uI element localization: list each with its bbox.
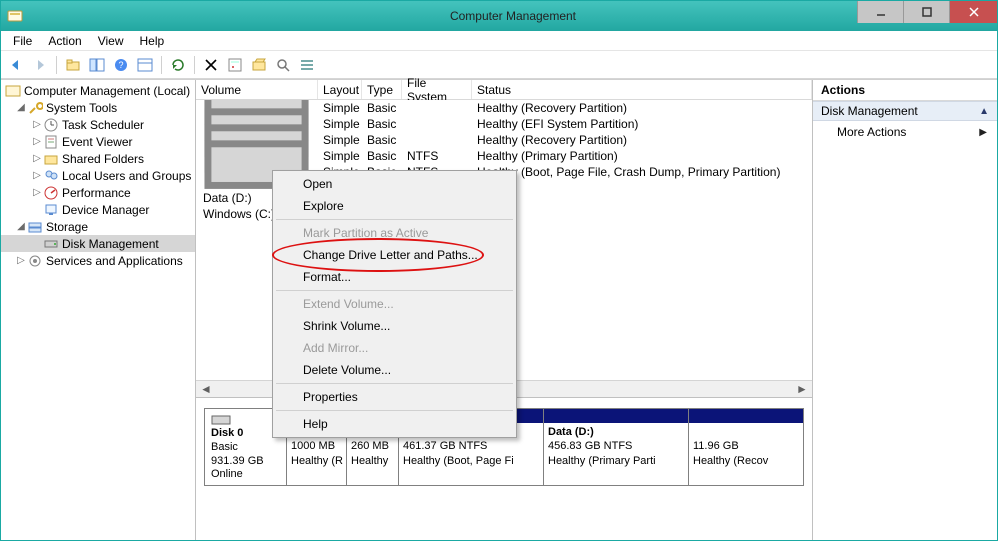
delete-icon[interactable] bbox=[200, 54, 222, 76]
collapse-icon[interactable]: ◢ bbox=[15, 102, 27, 113]
col-fs[interactable]: File System bbox=[402, 80, 472, 99]
refresh-button[interactable] bbox=[167, 54, 189, 76]
device-icon bbox=[43, 202, 59, 218]
tree-device-manager[interactable]: ▷ Device Manager bbox=[1, 201, 195, 218]
tree-root[interactable]: Computer Management (Local) bbox=[1, 82, 195, 99]
services-icon bbox=[27, 253, 43, 269]
window-buttons bbox=[857, 1, 997, 23]
cm-add-mirror: Add Mirror... bbox=[275, 337, 514, 359]
actions-title: Actions bbox=[813, 80, 997, 100]
cm-change-drive-letter[interactable]: Change Drive Letter and Paths... bbox=[275, 244, 514, 266]
disk-icon bbox=[43, 236, 59, 252]
tree-storage[interactable]: ◢ Storage bbox=[1, 218, 195, 235]
cm-format[interactable]: Format... bbox=[275, 266, 514, 288]
col-layout[interactable]: Layout bbox=[318, 80, 362, 99]
tree-shared-folders[interactable]: ▷ Shared Folders bbox=[1, 150, 195, 167]
partition[interactable]: 11.96 GBHealthy (Recov bbox=[689, 409, 803, 485]
chevron-right-icon: ▶ bbox=[979, 127, 987, 138]
tree-performance[interactable]: ▷ Performance bbox=[1, 184, 195, 201]
menu-view[interactable]: View bbox=[90, 32, 132, 50]
scroll-right-icon[interactable]: ► bbox=[794, 382, 810, 396]
menu-action[interactable]: Action bbox=[40, 32, 89, 50]
col-type[interactable]: Type bbox=[362, 80, 402, 99]
help-button[interactable]: ? bbox=[110, 54, 132, 76]
cm-help[interactable]: Help bbox=[275, 413, 514, 435]
titlebar: Computer Management bbox=[1, 1, 997, 31]
users-icon bbox=[43, 168, 59, 184]
settings-button[interactable] bbox=[134, 54, 156, 76]
actions-more[interactable]: More Actions ▶ bbox=[813, 121, 997, 143]
expand-icon[interactable]: ▷ bbox=[15, 255, 27, 266]
minimize-button[interactable] bbox=[857, 1, 903, 23]
volume-list-header: Volume Layout Type File System Status bbox=[196, 80, 812, 100]
storage-icon bbox=[27, 219, 43, 235]
toolbar: ? bbox=[1, 51, 997, 79]
tree-task-scheduler[interactable]: ▷ Task Scheduler bbox=[1, 116, 195, 133]
window-title: Computer Management bbox=[29, 9, 997, 23]
tree-pane[interactable]: Computer Management (Local) ◢ System Too… bbox=[1, 80, 196, 540]
tree-local-users[interactable]: ▷ Local Users and Groups bbox=[1, 167, 195, 184]
col-status[interactable]: Status bbox=[472, 80, 812, 99]
cm-explore[interactable]: Explore bbox=[275, 195, 514, 217]
list-icon[interactable] bbox=[296, 54, 318, 76]
folder-icon bbox=[43, 151, 59, 167]
maximize-button[interactable] bbox=[903, 1, 949, 23]
svg-text:?: ? bbox=[118, 60, 123, 70]
tools-icon bbox=[27, 100, 43, 116]
tree-system-tools[interactable]: ◢ System Tools bbox=[1, 99, 195, 116]
show-hide-tree-button[interactable] bbox=[86, 54, 108, 76]
expand-icon[interactable]: ▷ bbox=[31, 153, 43, 164]
properties-icon[interactable] bbox=[224, 54, 246, 76]
cm-mark-active: Mark Partition as Active bbox=[275, 222, 514, 244]
up-button[interactable] bbox=[62, 54, 84, 76]
tree-disk-management[interactable]: ▷ Disk Management bbox=[1, 235, 195, 252]
actions-pane: Actions Disk Management ▲ More Actions ▶ bbox=[813, 80, 997, 540]
event-icon bbox=[43, 134, 59, 150]
menubar: File Action View Help bbox=[1, 31, 997, 51]
tree-services-apps[interactable]: ▷ Services and Applications bbox=[1, 252, 195, 269]
mmc-icon bbox=[5, 83, 21, 99]
cm-open[interactable]: Open bbox=[275, 173, 514, 195]
perf-icon bbox=[43, 185, 59, 201]
search-icon[interactable] bbox=[272, 54, 294, 76]
context-menu: Open Explore Mark Partition as Active Ch… bbox=[272, 170, 517, 438]
cm-properties[interactable]: Properties bbox=[275, 386, 514, 408]
expand-icon[interactable]: ▷ bbox=[31, 187, 43, 198]
collapse-icon: ▲ bbox=[979, 106, 989, 117]
cm-delete[interactable]: Delete Volume... bbox=[275, 359, 514, 381]
scroll-left-icon[interactable]: ◄ bbox=[198, 382, 214, 396]
back-button[interactable] bbox=[5, 54, 27, 76]
app-icon bbox=[7, 8, 23, 24]
partition[interactable]: Data (D:)456.83 GB NTFSHealthy (Primary … bbox=[544, 409, 689, 485]
menu-help[interactable]: Help bbox=[132, 32, 173, 50]
forward-button[interactable] bbox=[29, 54, 51, 76]
clock-icon bbox=[43, 117, 59, 133]
actions-section-header[interactable]: Disk Management ▲ bbox=[813, 101, 997, 121]
col-volume[interactable]: Volume bbox=[196, 80, 318, 99]
cm-extend: Extend Volume... bbox=[275, 293, 514, 315]
expand-icon[interactable]: ▷ bbox=[31, 170, 43, 181]
menu-file[interactable]: File bbox=[5, 32, 40, 50]
tree-event-viewer[interactable]: ▷ Event Viewer bbox=[1, 133, 195, 150]
collapse-icon[interactable]: ◢ bbox=[15, 221, 27, 232]
cm-shrink[interactable]: Shrink Volume... bbox=[275, 315, 514, 337]
expand-icon[interactable]: ▷ bbox=[31, 136, 43, 147]
close-button[interactable] bbox=[949, 1, 997, 23]
expand-icon[interactable]: ▷ bbox=[31, 119, 43, 130]
open-icon[interactable] bbox=[248, 54, 270, 76]
disk-icon bbox=[211, 413, 231, 427]
